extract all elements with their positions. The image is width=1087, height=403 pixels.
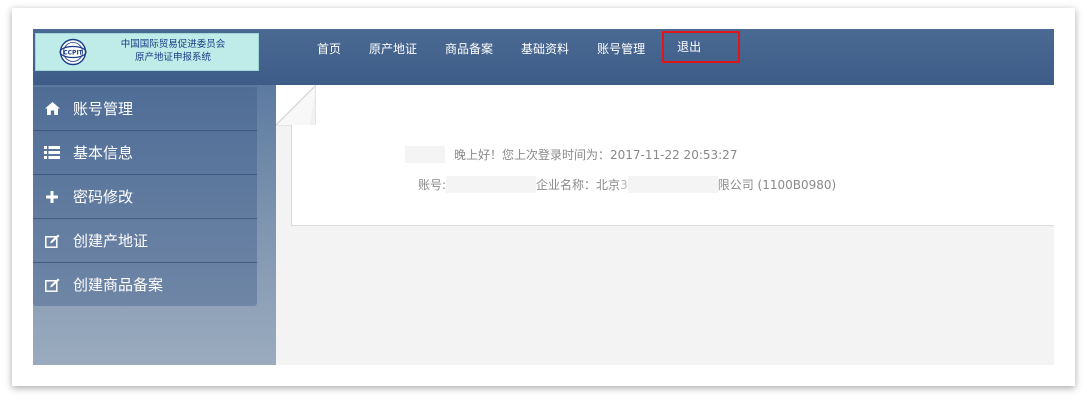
nav-certificate-of-origin[interactable]: 原产地证 — [355, 29, 431, 69]
folded-tab-corner — [276, 85, 316, 125]
redacted-company — [627, 176, 718, 193]
edit-icon — [43, 276, 61, 294]
sidebar-item-change-password[interactable]: 密码修改 — [33, 175, 257, 219]
nav-account-management[interactable]: 账号管理 — [583, 29, 659, 69]
company-suffix: 限公司 (1100B0980) — [717, 178, 837, 192]
sidebar-item-create-product-filing[interactable]: 创建商品备案 — [33, 263, 257, 306]
account-label: 账号: — [418, 178, 447, 192]
home-icon — [43, 100, 61, 118]
list-icon — [43, 144, 61, 162]
sidebar-item-label: 创建商品备案 — [73, 276, 164, 294]
logout-button[interactable]: 退出 — [661, 30, 741, 64]
account-line: 账号: 企业名称：北京 3 限公司 (1100B0980) — [418, 176, 836, 193]
ccpit-logo-icon: CCPIT — [59, 38, 87, 66]
logo-title: 中国国际贸易促进委员会 — [120, 39, 226, 50]
logo[interactable]: CCPIT 中国国际贸易促进委员会 原产地证申报系统 — [35, 33, 259, 71]
logo-mark-text: CCPIT — [63, 49, 83, 56]
tab-bar — [276, 85, 1054, 126]
main-nav: 首页 原产地证 商品备案 基础资料 账号管理 退出 — [303, 29, 741, 69]
logo-subtitle: 原产地证申报系统 — [134, 52, 211, 63]
sidebar-item-basic-info[interactable]: 基本信息 — [33, 131, 257, 175]
sidebar-item-account-management[interactable]: 账号管理 — [33, 87, 257, 131]
top-navbar: CCPIT 中国国际贸易促进委员会 原产地证申报系统 首页 原产地证 商品备案 … — [33, 29, 1054, 85]
sidebar-item-label: 账号管理 — [73, 100, 134, 118]
logo-text: 中国国际贸易促进委员会 原产地证申报系统 — [98, 38, 248, 64]
redacted-username — [405, 146, 445, 163]
sidebar-item-label: 基本信息 — [73, 144, 134, 162]
company-partial-char: 3 — [620, 177, 628, 192]
edit-icon — [43, 232, 61, 250]
plus-icon — [43, 188, 61, 206]
sidebar-item-create-certificate[interactable]: 创建产地证 — [33, 219, 257, 263]
welcome-panel: 晚上好！您上次登录时间为：2017-11-22 20:53:27 账号: 企业名… — [291, 125, 1054, 226]
redacted-account — [446, 176, 537, 193]
welcome-line: 晚上好！您上次登录时间为：2017-11-22 20:53:27 — [405, 146, 737, 163]
sidebar-item-label: 密码修改 — [73, 188, 134, 206]
nav-product-filing[interactable]: 商品备案 — [431, 29, 507, 69]
app-container: CCPIT 中国国际贸易促进委员会 原产地证申报系统 首页 原产地证 商品备案 … — [33, 29, 1054, 365]
company-label: 企业名称：北京 — [536, 178, 621, 192]
sidebar-menu: 账号管理 基本信息 密码修改 创建产地证 创建商品备案 — [33, 87, 257, 306]
welcome-greeting: 晚上好！您上次登录时间为：2017-11-22 20:53:27 — [454, 148, 738, 162]
nav-basic-data[interactable]: 基础资料 — [507, 29, 583, 69]
sidebar-item-label: 创建产地证 — [73, 232, 149, 250]
nav-home[interactable]: 首页 — [303, 29, 355, 69]
